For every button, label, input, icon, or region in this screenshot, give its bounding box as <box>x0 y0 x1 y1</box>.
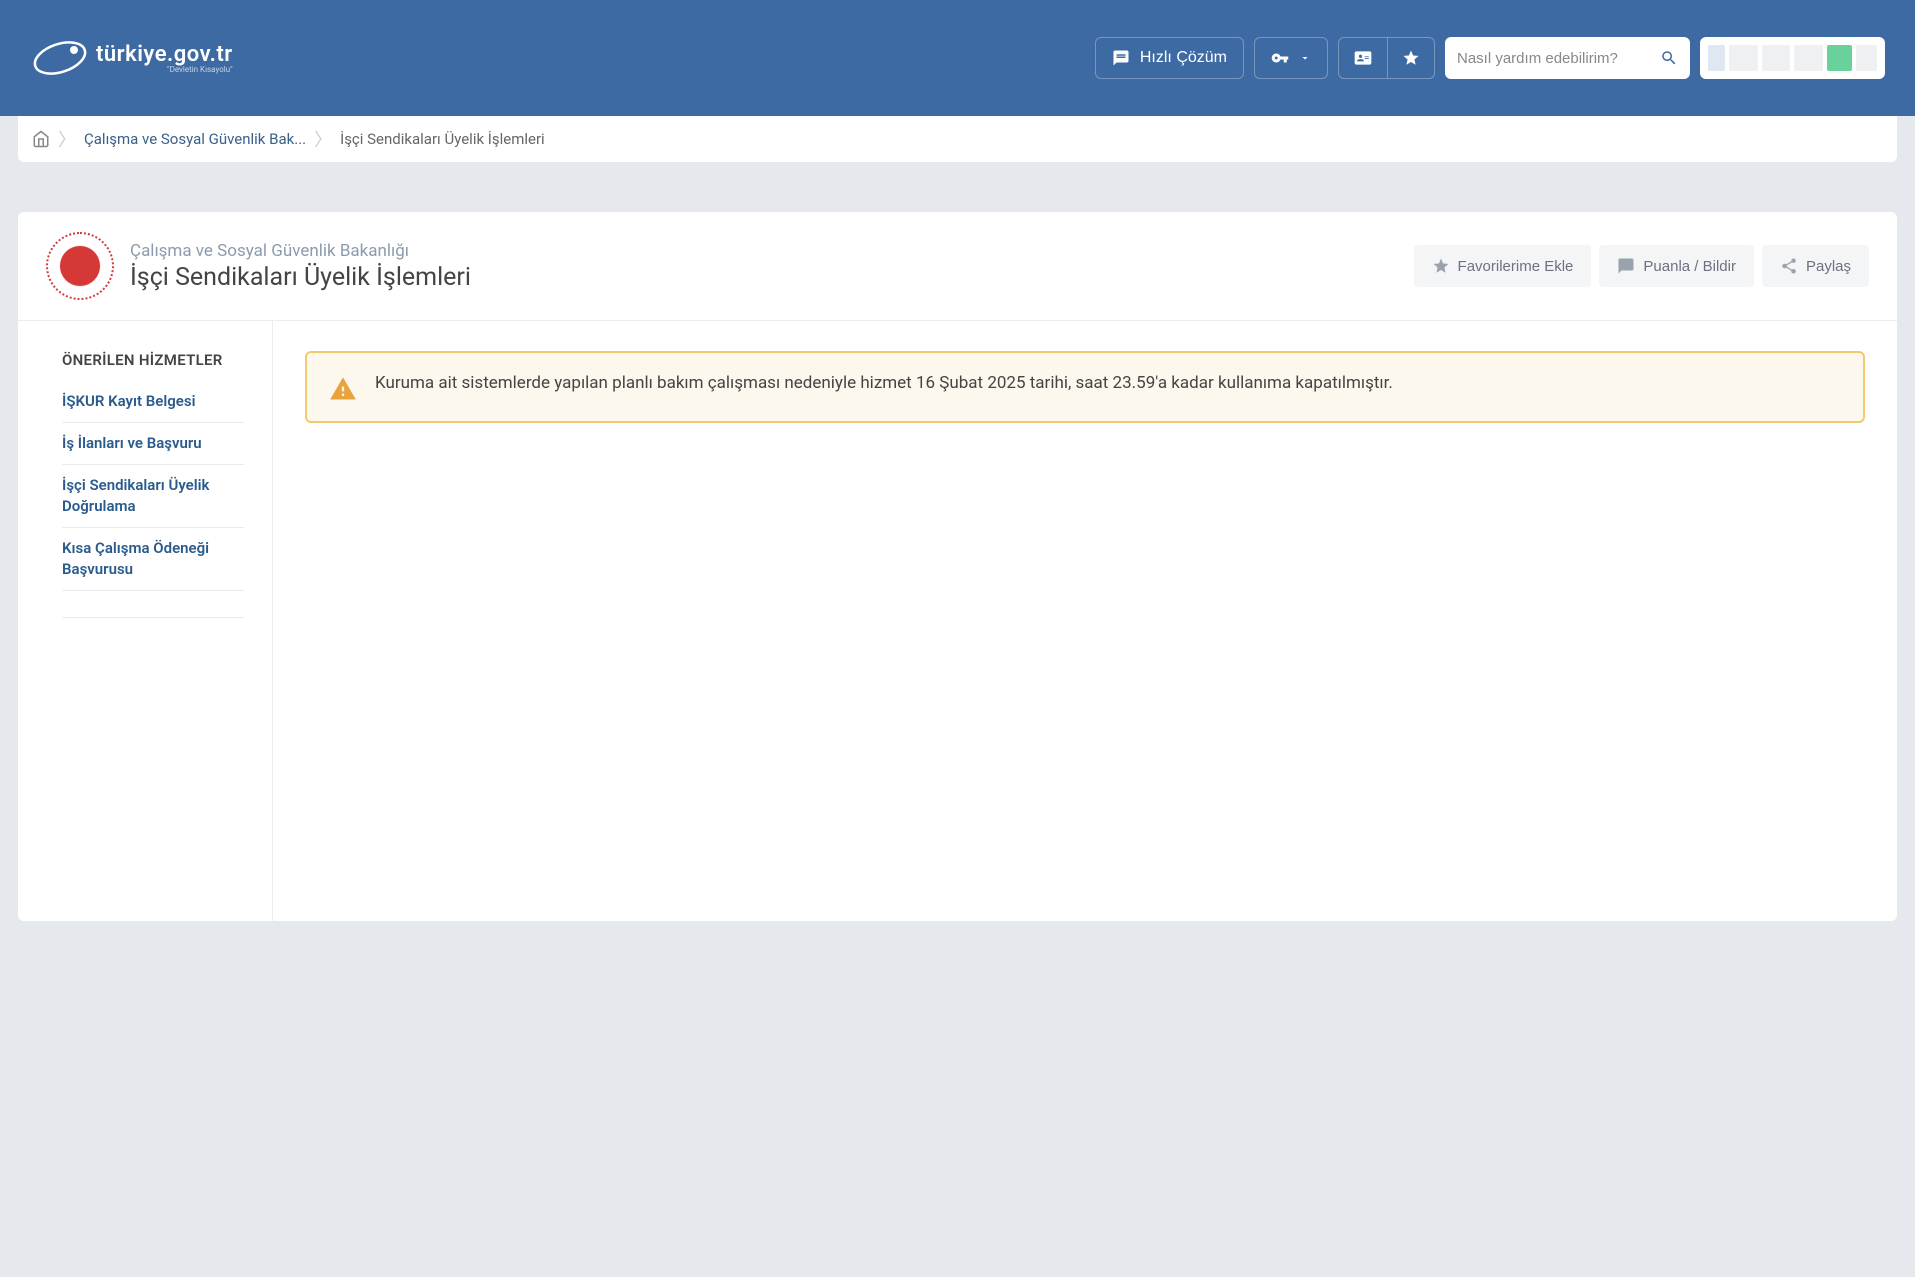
favorite-label: Favorilerime Ekle <box>1458 258 1574 275</box>
share-button[interactable]: Paylaş <box>1762 245 1869 287</box>
blurred-segment <box>1856 45 1877 71</box>
breadcrumb-separator: 〉 <box>314 126 332 152</box>
star-icon <box>1432 257 1450 275</box>
main-card: Çalışma ve Sosyal Güvenlik Bakanlığı İşç… <box>18 212 1897 921</box>
search-box <box>1445 37 1690 79</box>
breadcrumb-separator: 〉 <box>58 126 76 152</box>
warning-icon <box>329 375 357 403</box>
card-subtitle: Çalışma ve Sosyal Güvenlik Bakanlığı <box>130 241 1414 261</box>
share-label: Paylaş <box>1806 258 1851 275</box>
warning-alert: Kuruma ait sistemlerde yapılan planlı ba… <box>305 351 1865 423</box>
comment-icon <box>1617 257 1635 275</box>
sidebar-item[interactable]: İşçi Sendikaları Üyelik Doğrulama <box>62 465 244 528</box>
breadcrumb-ministry[interactable]: Çalışma ve Sosyal Güvenlik Bak... <box>84 130 306 148</box>
key-icon <box>1271 49 1289 67</box>
logo-swirl-icon <box>30 36 90 81</box>
favorite-button[interactable]: Favorilerime Ekle <box>1414 245 1592 287</box>
card-titles: Çalışma ve Sosyal Güvenlik Bakanlığı İşç… <box>130 241 1414 292</box>
blurred-segment <box>1794 45 1823 71</box>
top-header: türkiye.gov.tr "Devletin Kısayolu" Hızlı… <box>0 0 1915 116</box>
key-dropdown-button[interactable] <box>1254 37 1328 79</box>
content-area: Kuruma ait sistemlerde yapılan planlı ba… <box>273 321 1897 921</box>
search-input[interactable] <box>1457 50 1660 67</box>
id-card-button[interactable] <box>1339 38 1388 78</box>
search-icon[interactable] <box>1660 49 1678 67</box>
card-header: Çalışma ve Sosyal Güvenlik Bakanlığı İşç… <box>18 212 1897 321</box>
chat-icon <box>1112 49 1130 67</box>
sidebar-item[interactable]: İŞKUR Kayıt Belgesi <box>62 381 244 423</box>
star-button[interactable] <box>1388 38 1434 78</box>
card-body: ÖNERİLEN HİZMETLER İŞKUR Kayıt Belgesi İ… <box>18 321 1897 921</box>
blurred-segment <box>1762 45 1789 71</box>
blurred-segment <box>1827 45 1852 71</box>
sidebar-divider <box>62 617 244 618</box>
sidebar: ÖNERİLEN HİZMETLER İŞKUR Kayıt Belgesi İ… <box>18 321 273 921</box>
breadcrumb: 〉 Çalışma ve Sosyal Güvenlik Bak... 〉 İş… <box>18 116 1897 162</box>
share-icon <box>1780 257 1798 275</box>
header-right: Hızlı Çözüm <box>1095 37 1885 79</box>
sidebar-item[interactable]: İş İlanları ve Başvuru <box>62 423 244 465</box>
quick-solution-label: Hızlı Çözüm <box>1140 49 1227 67</box>
quick-solution-button[interactable]: Hızlı Çözüm <box>1095 37 1244 79</box>
header-icon-group <box>1338 37 1435 79</box>
id-card-icon <box>1353 48 1373 68</box>
blurred-segment <box>1729 45 1758 71</box>
user-profile-button[interactable] <box>1700 37 1885 79</box>
ministry-logo <box>46 232 114 300</box>
card-title: İşçi Sendikaları Üyelik İşlemleri <box>130 263 1414 292</box>
breadcrumb-current: İşçi Sendikaları Üyelik İşlemleri <box>340 130 545 148</box>
blurred-segment <box>1708 45 1725 71</box>
card-actions: Favorilerime Ekle Puanla / Bildir Paylaş <box>1414 245 1869 287</box>
rate-label: Puanla / Bildir <box>1643 258 1736 275</box>
star-icon <box>1402 49 1420 67</box>
alert-message: Kuruma ait sistemlerde yapılan planlı ba… <box>375 371 1393 397</box>
sidebar-item[interactable]: Kısa Çalışma Ödeneği Başvurusu <box>62 528 244 591</box>
rate-button[interactable]: Puanla / Bildir <box>1599 245 1754 287</box>
logo-text: türkiye.gov.tr <box>96 42 233 67</box>
chevron-down-icon <box>1299 52 1311 64</box>
home-icon[interactable] <box>32 130 50 148</box>
sidebar-heading: ÖNERİLEN HİZMETLER <box>62 351 244 369</box>
site-logo[interactable]: türkiye.gov.tr "Devletin Kısayolu" <box>30 36 233 81</box>
